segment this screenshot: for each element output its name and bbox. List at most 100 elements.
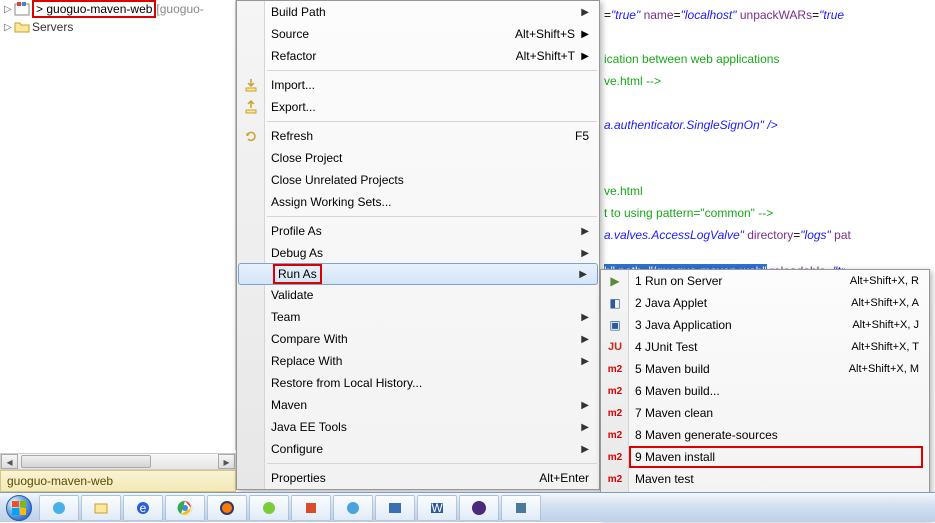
taskbar-app[interactable] [375, 495, 415, 521]
taskbar-app[interactable] [333, 495, 373, 521]
taskbar-app[interactable] [501, 495, 541, 521]
submenu-arrow-icon: ▶ [581, 7, 589, 18]
svg-text:W: W [431, 501, 443, 515]
menu-configure[interactable]: Configure▶ [237, 438, 599, 460]
submenu-arrow-icon: ▶ [581, 334, 589, 345]
submenu-maven-build-dots[interactable]: m26 Maven build... [601, 380, 929, 402]
submenu-maven-build[interactable]: m25 Maven buildAlt+Shift+X, M [601, 358, 929, 380]
taskbar-app[interactable] [459, 495, 499, 521]
shortcut-text: Alt+Shift+X, M [849, 363, 919, 375]
start-button[interactable] [0, 493, 38, 523]
taskbar-app[interactable] [207, 495, 247, 521]
submenu-maven-clean[interactable]: m27 Maven clean [601, 402, 929, 424]
menu-assign-working-sets[interactable]: Assign Working Sets... [237, 191, 599, 213]
horizontal-scrollbar[interactable]: ◂ ▸ [0, 453, 236, 470]
menu-team[interactable]: Team▶ [237, 306, 599, 328]
maven-project-icon [14, 1, 30, 17]
menu-debug-as[interactable]: Debug As▶ [237, 242, 599, 264]
expand-icon[interactable]: ▷ [4, 22, 14, 33]
taskbar-app[interactable] [81, 495, 121, 521]
shortcut-text: Alt+Shift+X, R [850, 275, 919, 287]
m2-icon: m2 [605, 381, 625, 401]
java-app-icon: ▣ [605, 315, 625, 335]
server-icon: ▶ [605, 271, 625, 291]
code-text: a.authenticator.SingleSignOn" /> [604, 118, 778, 132]
m2-icon: m2 [605, 447, 625, 467]
servers-label: Servers [32, 20, 73, 34]
submenu-maven-generate-sources[interactable]: m28 Maven generate-sources [601, 424, 929, 446]
windows-logo-icon [12, 501, 26, 515]
run-as-submenu: ▶1 Run on ServerAlt+Shift+X, R ◧2 Java A… [600, 269, 930, 520]
menu-run-as[interactable]: Run As▶ [238, 263, 598, 285]
menu-compare-with[interactable]: Compare With▶ [237, 328, 599, 350]
submenu-arrow-icon: ▶ [579, 29, 589, 40]
menu-close-project[interactable]: Close Project [237, 147, 599, 169]
menu-separator [267, 216, 597, 217]
taskbar-app[interactable] [165, 495, 205, 521]
taskbar-app[interactable]: W [417, 495, 457, 521]
menu-maven[interactable]: Maven▶ [237, 394, 599, 416]
m2-icon: m2 [605, 359, 625, 379]
submenu-java-application[interactable]: ▣3 Java ApplicationAlt+Shift+X, J [601, 314, 929, 336]
project-node[interactable]: ▷ > guoguo-maven-web [guoguo- [0, 0, 235, 18]
shortcut-text: Alt+Shift+T [516, 49, 575, 63]
taskbar-app[interactable] [291, 495, 331, 521]
scroll-right-button[interactable]: ▸ [218, 454, 235, 469]
m2-icon: m2 [605, 425, 625, 445]
scroll-left-button[interactable]: ◂ [1, 454, 18, 469]
expand-icon[interactable]: ▷ [4, 4, 14, 15]
project-explorer[interactable]: ▷ > guoguo-maven-web [guoguo- ▷ Servers [0, 0, 236, 450]
submenu-java-applet[interactable]: ◧2 Java AppletAlt+Shift+X, A [601, 292, 929, 314]
submenu-arrow-icon: ▶ [581, 444, 589, 455]
code-comment: ve.html [604, 180, 935, 202]
submenu-arrow-icon: ▶ [581, 312, 589, 323]
menu-close-unrelated[interactable]: Close Unrelated Projects [237, 169, 599, 191]
taskbar-app[interactable]: e [123, 495, 163, 521]
submenu-arrow-icon: ▶ [581, 400, 589, 411]
scrollbar-thumb[interactable] [21, 455, 151, 468]
windows-taskbar[interactable]: e W [0, 492, 935, 522]
submenu-arrow-icon: ▶ [581, 422, 589, 433]
menu-import[interactable]: Import... [237, 74, 599, 96]
menu-refactor[interactable]: RefactorAlt+Shift+T▶ [237, 45, 599, 67]
submenu-run-on-server[interactable]: ▶1 Run on ServerAlt+Shift+X, R [601, 270, 929, 292]
m2-icon: m2 [605, 403, 625, 423]
menu-javaee-tools[interactable]: Java EE Tools▶ [237, 416, 599, 438]
code-text: name [644, 8, 674, 22]
junit-icon: JU [605, 337, 625, 357]
code-text: pat [834, 228, 851, 242]
code-comment: t to using pattern="common" --> [604, 202, 935, 224]
submenu-maven-test[interactable]: m2Maven test [601, 468, 929, 490]
project-suffix: [guoguo- [156, 2, 203, 16]
taskbar-app[interactable] [249, 495, 289, 521]
code-text: "logs" [800, 228, 831, 242]
submenu-arrow-icon: ▶ [579, 51, 589, 62]
taskbar-app[interactable] [39, 495, 79, 521]
menu-export[interactable]: Export... [237, 96, 599, 118]
menu-properties[interactable]: PropertiesAlt+Enter [237, 467, 599, 489]
project-label-highlighted: > guoguo-maven-web [32, 0, 156, 18]
servers-node[interactable]: ▷ Servers [0, 18, 235, 36]
menu-source[interactable]: SourceAlt+Shift+S▶ [237, 23, 599, 45]
submenu-arrow-icon: ▶ [581, 356, 589, 367]
refresh-icon [241, 126, 261, 146]
svg-text:e: e [140, 501, 147, 515]
menu-separator [267, 121, 597, 122]
menu-replace-with[interactable]: Replace With▶ [237, 350, 599, 372]
status-text: guoguo-maven-web [7, 474, 113, 488]
menu-restore-history[interactable]: Restore from Local History... [237, 372, 599, 394]
code-text: a.valves.AccessLogValve" [604, 228, 744, 242]
export-icon [241, 97, 261, 117]
code-text: "localhost" [681, 8, 737, 22]
menu-refresh[interactable]: RefreshF5 [237, 125, 599, 147]
menu-validate[interactable]: Validate [237, 284, 599, 306]
submenu-arrow-icon: ▶ [581, 226, 589, 237]
submenu-arrow-icon: ▶ [581, 248, 589, 259]
menu-separator [267, 70, 597, 71]
menu-build-path[interactable]: Build Path▶ [237, 1, 599, 23]
submenu-maven-install[interactable]: m29 Maven install [601, 446, 929, 468]
menu-profile-as[interactable]: Profile As▶ [237, 220, 599, 242]
submenu-junit-test[interactable]: JU4 JUnit TestAlt+Shift+X, T [601, 336, 929, 358]
shortcut-text: Alt+Shift+X, J [852, 319, 919, 331]
shortcut-text: Alt+Shift+X, A [851, 297, 919, 309]
